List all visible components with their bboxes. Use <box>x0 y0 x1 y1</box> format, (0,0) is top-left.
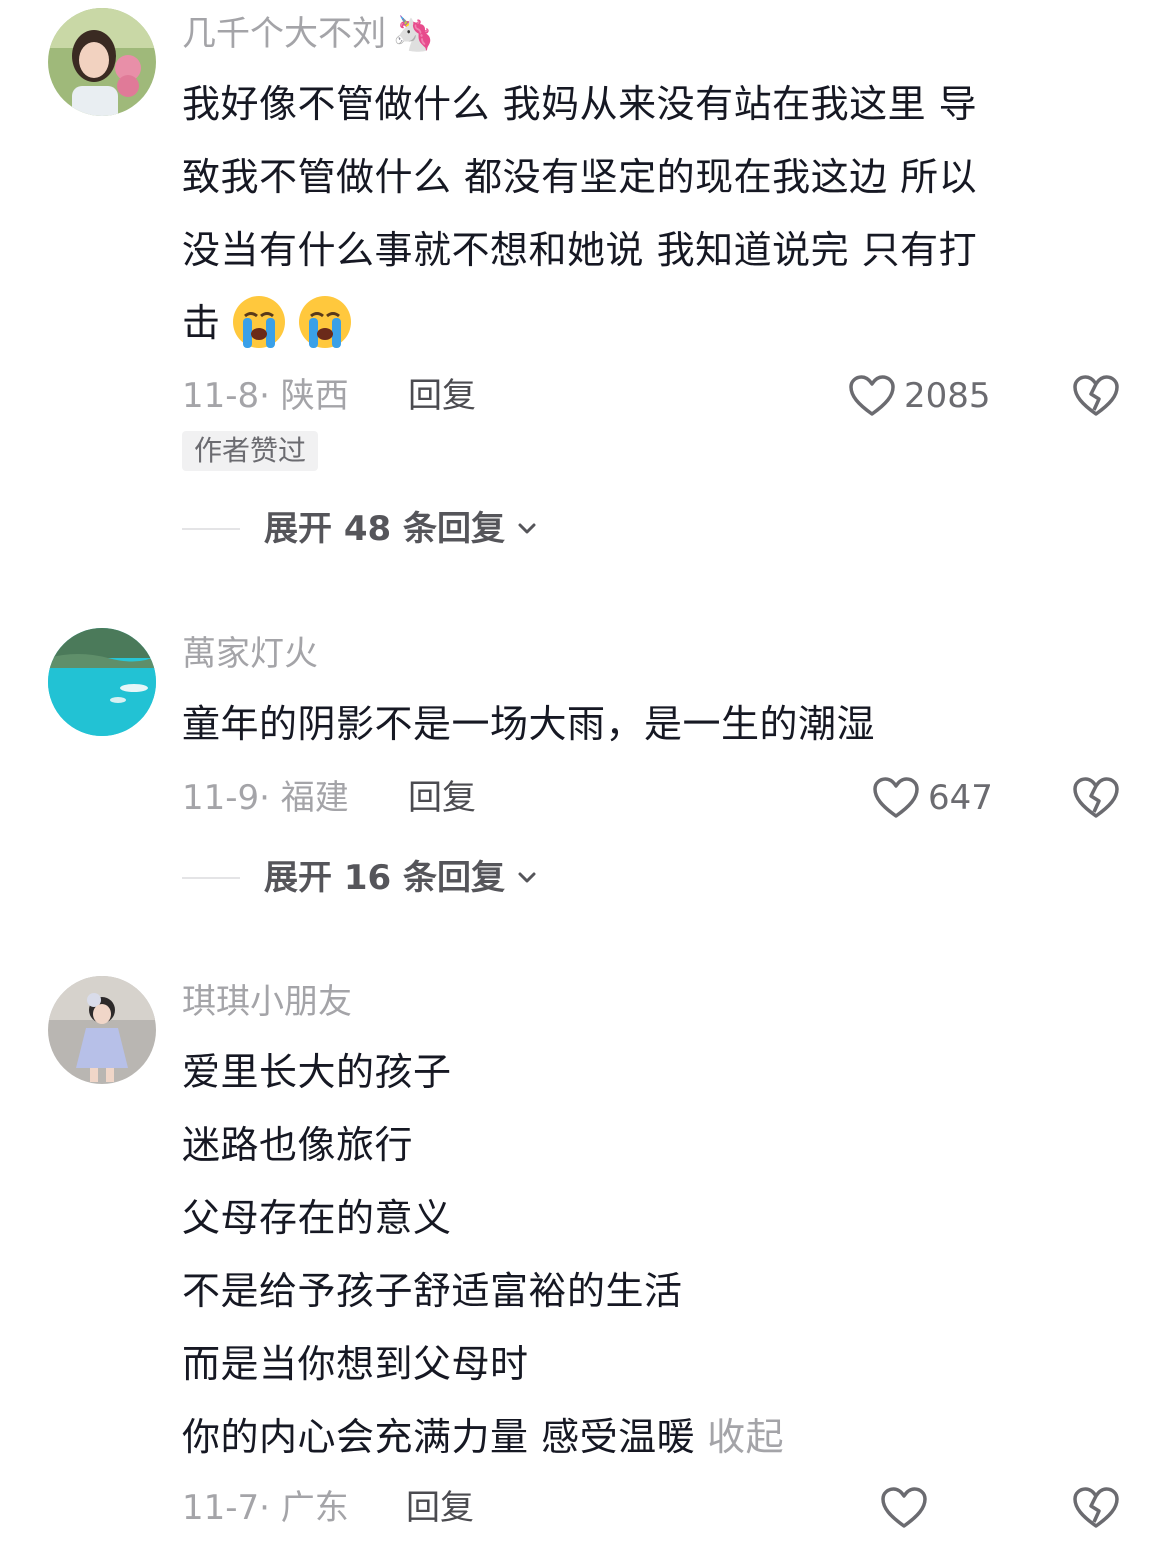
like-button[interactable]: 647 <box>872 776 993 820</box>
avatar[interactable] <box>48 628 156 736</box>
avatar-photo-icon <box>48 628 156 736</box>
avatar-photo-icon <box>48 976 156 1084</box>
comment-text: 爱里长大的孩子 迷路也像旅行 父母存在的意义 不是给予孩子舒适富裕的生活 而是当… <box>182 1036 1112 1474</box>
comment-line: 没当有什么事就不想和她说 我知道说完 只有打 <box>182 228 978 272</box>
expand-replies-button[interactable]: 展开 16 条回复 <box>182 858 541 898</box>
comment-text: 童年的阴影不是一场大雨，是一生的潮湿 <box>182 688 1112 761</box>
broken-heart-icon[interactable] <box>1072 776 1120 820</box>
collapse-button[interactable]: 收起 <box>707 1415 784 1459</box>
comment-line: 而是当你想到父母时 <box>182 1342 529 1386</box>
comment-line: 我好像不管做什么 我妈从来没有站在我这里 导 <box>182 82 978 126</box>
comment-date-location: 11-7· 广东 <box>182 1488 349 1528</box>
reply-button[interactable]: 回复 <box>408 376 476 416</box>
comment-username[interactable]: 萬家灯火 <box>182 634 318 674</box>
avatar[interactable] <box>48 8 156 116</box>
heart-outline-icon <box>873 777 919 818</box>
reply-button[interactable]: 回复 <box>406 1488 474 1528</box>
like-button[interactable]: 2085 <box>848 374 991 418</box>
comment-date-location: 11-9· 福建 <box>182 778 349 818</box>
divider <box>182 528 240 530</box>
avatar[interactable] <box>48 976 156 1084</box>
loudly-crying-face-icon <box>232 296 285 348</box>
chevron-down-icon <box>518 872 536 883</box>
author-liked-badge: 作者赞过 <box>182 431 319 471</box>
broken-heart-icon[interactable] <box>1072 1486 1120 1530</box>
comment-line: 迷路也像旅行 <box>182 1123 414 1167</box>
avatar-photo-icon <box>48 8 156 116</box>
reply-button[interactable]: 回复 <box>408 778 476 818</box>
like-count: 647 <box>928 778 993 818</box>
broken-heart-icon[interactable] <box>1072 374 1120 418</box>
comment-text: 我好像不管做什么 我妈从来没有站在我这里 导 致我不管做什么 都没有坚定的现在我… <box>182 68 1112 360</box>
heart-outline-icon[interactable] <box>880 1486 928 1530</box>
expand-replies-button[interactable]: 展开 48 条回复 <box>182 509 541 549</box>
like-count: 2085 <box>904 376 991 416</box>
comment-line: 致我不管做什么 都没有坚定的现在我这边 所以 <box>182 155 978 199</box>
comment-line: 父母存在的意义 <box>182 1196 452 1240</box>
comment-line: 不是给予孩子舒适富裕的生活 <box>182 1269 683 1313</box>
comment-username[interactable]: 几千个大不刘 🦄 <box>182 14 434 54</box>
unicorn-icon: 🦄 <box>392 14 435 54</box>
comment-line: 童年的阴影不是一场大雨，是一生的潮湿 <box>182 702 876 746</box>
comment-date-location: 11-8· 陕西 <box>182 376 349 416</box>
heart-outline-icon <box>849 375 895 416</box>
comment-line: 爱里长大的孩子 <box>182 1050 452 1094</box>
comment-line: 你的内心会充满力量 感受温暖 收起 <box>182 1415 785 1459</box>
divider <box>182 877 240 879</box>
comment-username[interactable]: 琪琪小朋友 <box>182 982 352 1022</box>
comment-line-with-emoji: 击 <box>182 287 1112 360</box>
chevron-down-icon <box>518 523 536 534</box>
loudly-crying-face-icon <box>298 296 351 348</box>
